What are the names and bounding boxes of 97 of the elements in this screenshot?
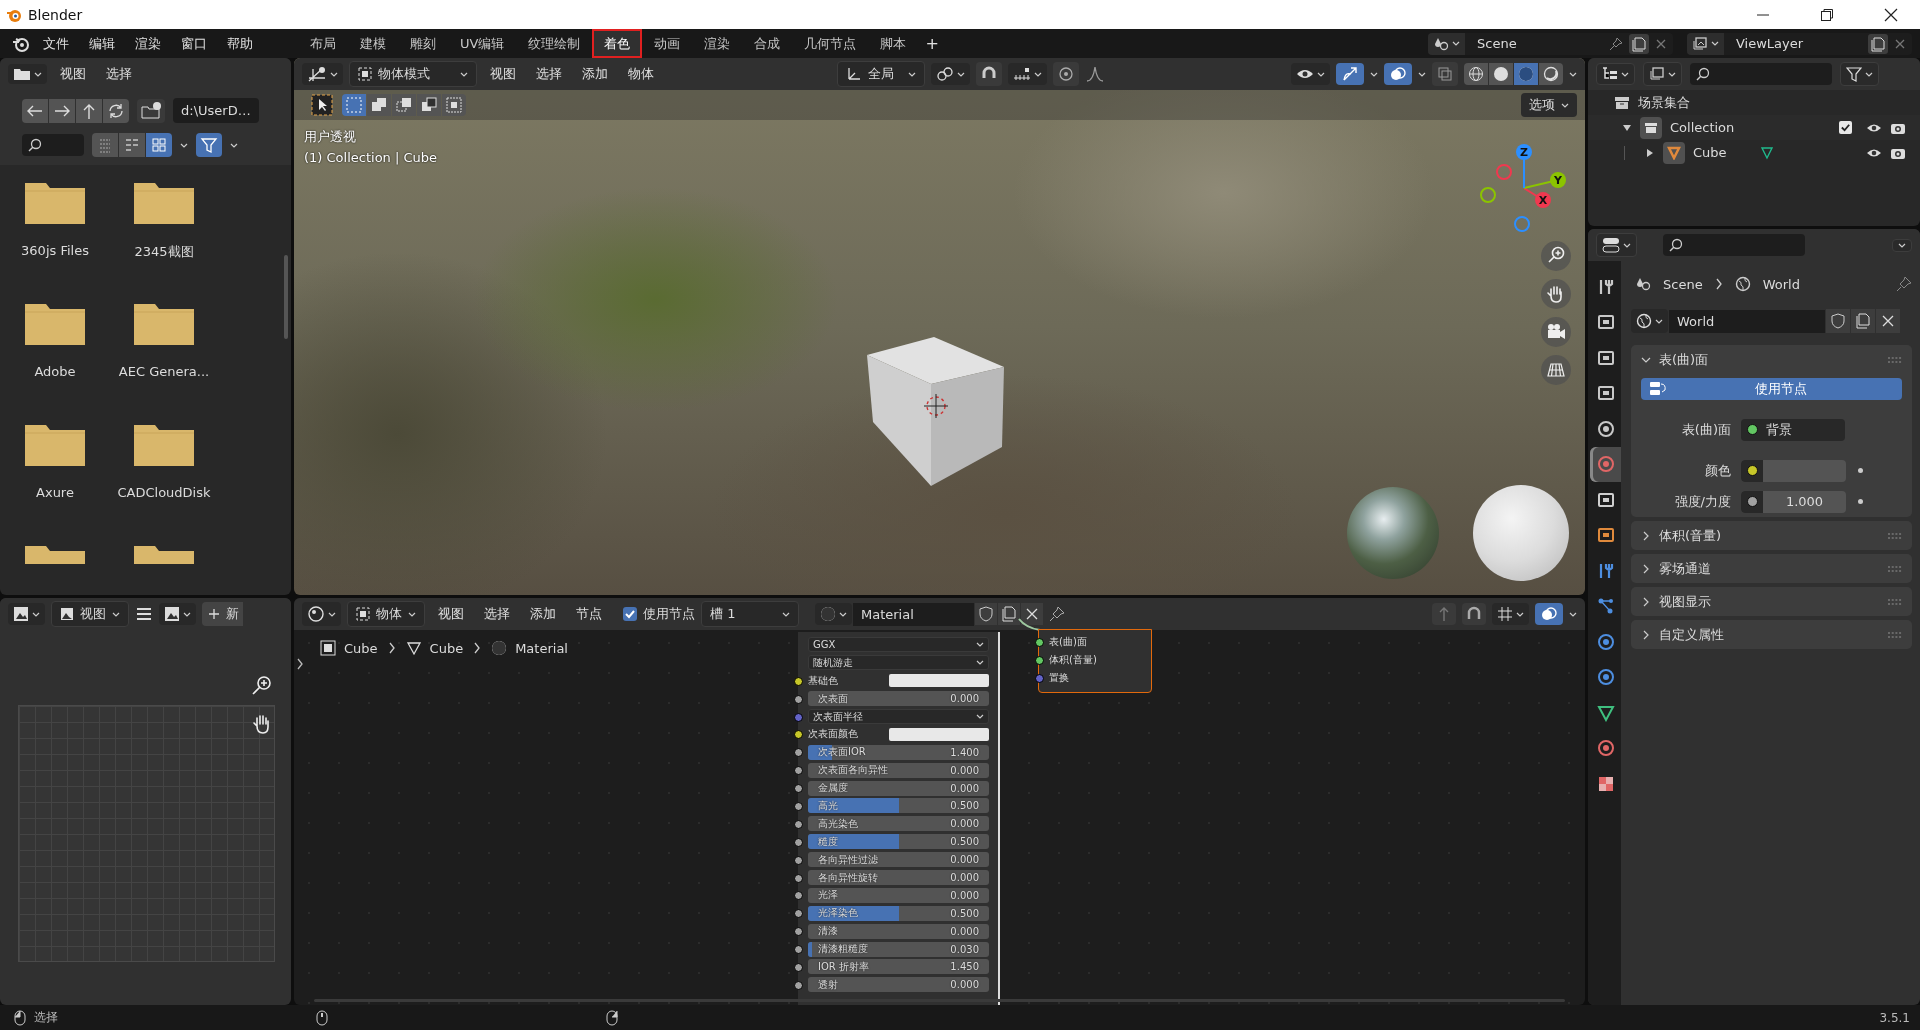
slider-field[interactable]: 清漆 0.000 (808, 923, 989, 939)
breadcrumb-item: Scene (1663, 276, 1703, 292)
material-name-field[interactable]: Material (853, 602, 974, 626)
socket-label: 置换 (1049, 671, 1069, 685)
object-info: (1) Collection | Cube (304, 150, 438, 165)
node-dropdown[interactable]: 随机游走 (808, 655, 989, 671)
slider-field[interactable]: 高光染色 0.000 (808, 816, 989, 832)
workspace-tab[interactable]: 布局 (298, 29, 348, 58)
menu-item[interactable]: 选择 (477, 602, 517, 626)
outliner-item[interactable]: Cube (1693, 145, 1727, 160)
workspace-tab[interactable]: 渲染 (692, 29, 743, 58)
breadcrumb-item[interactable]: Cube (320, 640, 378, 656)
menu-item[interactable]: 渲染 (128, 31, 168, 56)
workspace-tab[interactable]: 合成 (742, 29, 793, 58)
menu-item[interactable]: 节点 (569, 602, 609, 626)
breadcrumb-item: World (1762, 276, 1800, 292)
folder-item[interactable]: Adobe (0, 300, 110, 421)
slider-field[interactable]: 金属度 0.000 (808, 780, 989, 796)
add-workspace-button[interactable]: + (918, 31, 946, 56)
shader-link-field[interactable]: 背景 (1741, 418, 1845, 441)
panel-title[interactable]: 自定义属性 (1659, 625, 1724, 644)
view-name: 用户透视 (304, 128, 356, 146)
slider-field[interactable]: 次表面 0.000 (808, 691, 989, 707)
slider-field[interactable]: 光泽染色 0.500 (808, 905, 989, 921)
panel-title[interactable]: 视图显示 (1659, 592, 1711, 611)
menu-item[interactable]: 视图 (53, 62, 93, 86)
menu-item[interactable]: 视图 (483, 62, 523, 86)
menu-item[interactable]: 物体 (621, 62, 661, 86)
workspace-tab[interactable]: 雕刻 (398, 29, 448, 58)
menu-item[interactable]: 编辑 (82, 31, 122, 56)
folder-item[interactable]: CADCloudDisk (110, 421, 218, 542)
slider-field[interactable]: 各向异性旋转 0.000 (808, 870, 989, 885)
slider-field[interactable]: 各向异性过滤 0.000 (808, 852, 989, 868)
number-field[interactable]: IOR 折射率 1.450 (808, 959, 989, 975)
slider-field[interactable]: 光泽 0.000 (808, 887, 989, 903)
menu-item[interactable]: 文件 (36, 31, 76, 56)
slot-dropdown[interactable]: 槽 1 (701, 601, 799, 627)
viewport-background[interactable]: 物体模式 视图 选择 添加 物体 全局 选项 用户透视 (1) Collection | Cube X Y Z (294, 58, 1585, 595)
input-label: 基础色 (808, 673, 839, 688)
use-nodes-button[interactable]: 使用节点 (1641, 378, 1902, 400)
orientation-dropdown[interactable]: 全局 (837, 61, 925, 87)
menu-item[interactable]: 视图 (431, 602, 471, 626)
view-dropdown[interactable]: 视图 (51, 601, 129, 627)
workspace-tab[interactable]: 动画 (642, 29, 693, 58)
node-dropdown[interactable]: 次表面半径 (808, 709, 989, 724)
world-name-field[interactable]: World (1669, 309, 1825, 333)
status-hint: 选择 (34, 1009, 58, 1026)
slider-field[interactable]: 透射 0.000 (808, 977, 989, 993)
field-label: 强度/力度 (1673, 492, 1731, 511)
breadcrumb-item[interactable]: Material (491, 640, 568, 656)
slider-field[interactable]: 清漆粗糙度 0.030 (808, 941, 989, 957)
window-title: Blender (28, 6, 83, 23)
axis-handle[interactable]: Y (1523, 172, 1566, 189)
workspace-tab[interactable]: 脚本 (868, 29, 919, 58)
new-image-button[interactable]: 新 (202, 602, 243, 626)
folder-item[interactable]: 2345截图 (110, 179, 218, 300)
panel-title[interactable]: 体积(音量) (1659, 526, 1722, 545)
socket-label: 体积(音量) (1049, 653, 1097, 667)
scene-selector[interactable]: Scene (1428, 32, 1673, 55)
options-dropdown[interactable]: 选项 (1521, 93, 1577, 117)
version-label: 3.5.1 (1879, 1010, 1910, 1025)
workspace-tab[interactable]: 建模 (348, 29, 398, 58)
workspace-tab[interactable]: 着色 (592, 29, 643, 58)
view-layer-selector[interactable]: ViewLayer (1687, 32, 1912, 55)
output-node[interactable]: 表(曲)面 体积(音量) 置换 (1038, 629, 1152, 693)
field-label: 表(曲)面 (1680, 420, 1731, 439)
folder-item[interactable]: AEC Genera... (110, 300, 218, 421)
slider-field[interactable]: 高光 0.500 (808, 798, 989, 814)
axis-handle[interactable]: Z (1516, 144, 1532, 189)
mode-dropdown[interactable]: 物体模式 (349, 61, 477, 87)
folder-item[interactable]: Axure (0, 421, 110, 542)
menu-item[interactable]: 选择 (529, 62, 569, 86)
panel-title[interactable]: 雾场通道 (1659, 559, 1711, 578)
menu-item[interactable]: 添加 (575, 62, 615, 86)
input-label: 次表面颜色 (808, 727, 859, 742)
menu-item[interactable]: 帮助 (220, 31, 260, 56)
field-label: 颜色 (1704, 461, 1731, 480)
slider-field[interactable]: 糙度 0.500 (808, 834, 989, 850)
use-nodes-checkbox[interactable]: 使用节点 (623, 605, 695, 623)
number-field[interactable]: 1.000 (1741, 490, 1846, 513)
workspace-tab[interactable]: 几何节点 (792, 29, 869, 58)
slider-field[interactable]: 次表面各向异性 0.000 (808, 762, 989, 778)
path-field[interactable]: d:\UserD… (173, 98, 259, 123)
outliner-item[interactable]: Collection (1670, 120, 1735, 135)
menu-item[interactable]: 添加 (523, 602, 563, 626)
menu-item[interactable]: 窗口 (174, 31, 214, 56)
axis-handle[interactable]: X (1523, 187, 1551, 208)
socket-label: 表(曲)面 (1049, 635, 1087, 649)
menu-item[interactable]: 选择 (99, 62, 139, 86)
object-type-dropdown[interactable]: 物体 (347, 601, 425, 627)
workspace-tab[interactable]: 纹理绘制 (516, 29, 593, 58)
scene-collection-label[interactable]: 场景集合 (1638, 93, 1690, 112)
breadcrumb-item[interactable]: Cube (405, 640, 464, 656)
node-dropdown[interactable]: GGX (808, 637, 989, 653)
folder-item[interactable]: 360js Files (0, 179, 110, 300)
panel-title[interactable]: 表(曲)面 (1659, 350, 1709, 369)
workspace-tab[interactable]: UV编辑 (448, 29, 517, 58)
